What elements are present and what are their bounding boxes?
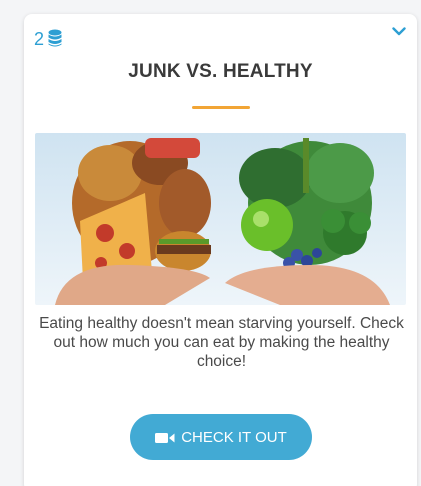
check-it-out-button[interactable]: CHECK IT OUT xyxy=(130,414,312,460)
content-card: 2 JUNK VS. HEALTHY Eating healthy doesn'… xyxy=(24,14,417,486)
points-count: 2 xyxy=(34,28,45,49)
card-title: JUNK VS. HEALTHY xyxy=(128,61,313,82)
check-it-out-label: CHECK IT OUT xyxy=(181,428,287,446)
points-badge: 2 xyxy=(34,29,62,48)
card-description: Eating healthy doesn't mean starving you… xyxy=(39,315,404,370)
coin-stack-icon xyxy=(48,29,62,48)
video-camera-icon xyxy=(155,431,175,443)
title-underline xyxy=(192,106,250,109)
hero-image-junk-vs-healthy xyxy=(35,133,406,305)
chevron-down-icon[interactable] xyxy=(391,24,407,38)
